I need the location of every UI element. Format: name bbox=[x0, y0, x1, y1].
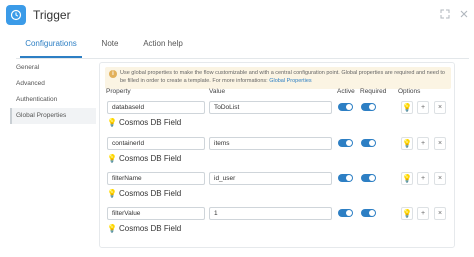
active-toggle[interactable] bbox=[338, 174, 353, 182]
property-row: containerId items 💡 + × 💡 Cosmos DB Field bbox=[100, 137, 456, 170]
sidebar-item-authentication[interactable]: Authentication bbox=[10, 92, 96, 108]
value-input[interactable]: id_user bbox=[209, 172, 332, 185]
dialog-header: Trigger bbox=[0, 0, 474, 30]
tab-note[interactable]: Note bbox=[98, 36, 122, 58]
required-toggle[interactable] bbox=[361, 209, 376, 217]
field-label: 💡 Cosmos DB Field bbox=[107, 154, 182, 163]
required-toggle[interactable] bbox=[361, 174, 376, 182]
property-row: filterValue 1 💡 + × 💡 Cosmos DB Field bbox=[100, 207, 456, 240]
tab-bar: Configurations Note Action help bbox=[0, 36, 474, 58]
add-button[interactable]: + bbox=[417, 101, 429, 114]
add-button[interactable]: + bbox=[417, 137, 429, 150]
remove-button[interactable]: × bbox=[434, 207, 446, 220]
column-header-options: Options bbox=[398, 88, 421, 95]
sidebar-item-advanced[interactable]: Advanced bbox=[10, 76, 96, 92]
property-row: databaseId ToDoList 💡 + × 💡 Cosmos DB Fie… bbox=[100, 101, 456, 134]
active-toggle[interactable] bbox=[338, 209, 353, 217]
bulb-icon: 💡 bbox=[402, 139, 412, 148]
column-header-value: Value bbox=[209, 88, 226, 95]
field-label: 💡 Cosmos DB Field bbox=[107, 224, 182, 233]
global-properties-link[interactable]: Global Properties bbox=[269, 78, 312, 84]
property-input[interactable]: filterValue bbox=[107, 207, 205, 220]
tab-action-help[interactable]: Action help bbox=[140, 36, 186, 58]
bulb-button[interactable]: 💡 bbox=[401, 207, 413, 220]
bulb-icon: 💡 bbox=[402, 174, 412, 183]
info-banner: i Use global properties to make the flow… bbox=[105, 67, 451, 89]
bulb-icon: 💡 bbox=[402, 103, 412, 112]
field-label: 💡 Cosmos DB Field bbox=[107, 118, 182, 127]
sidebar-item-global-properties[interactable]: Global Properties bbox=[10, 108, 96, 124]
bulb-icon: 💡 bbox=[107, 154, 117, 163]
property-input[interactable]: containerId bbox=[107, 137, 205, 150]
required-toggle[interactable] bbox=[361, 139, 376, 147]
value-input[interactable]: ToDoList bbox=[209, 101, 332, 114]
value-input[interactable]: 1 bbox=[209, 207, 332, 220]
bulb-icon: 💡 bbox=[107, 118, 117, 127]
property-input[interactable]: filterName bbox=[107, 172, 205, 185]
column-header-property: Property bbox=[106, 88, 131, 95]
info-icon: i bbox=[109, 70, 117, 78]
bulb-icon: 💡 bbox=[402, 209, 412, 218]
bulb-button[interactable]: 💡 bbox=[401, 137, 413, 150]
close-icon[interactable] bbox=[459, 9, 469, 19]
bulb-button[interactable]: 💡 bbox=[401, 101, 413, 114]
property-row: filterName id_user 💡 + × 💡 Cosmos DB Fiel… bbox=[100, 172, 456, 205]
expand-icon[interactable] bbox=[440, 9, 450, 19]
value-input[interactable]: items bbox=[209, 137, 332, 150]
tab-divider bbox=[16, 58, 469, 59]
active-toggle[interactable] bbox=[338, 139, 353, 147]
add-button[interactable]: + bbox=[417, 172, 429, 185]
remove-button[interactable]: × bbox=[434, 101, 446, 114]
remove-button[interactable]: × bbox=[434, 172, 446, 185]
required-toggle[interactable] bbox=[361, 103, 376, 111]
clock-icon bbox=[6, 5, 26, 25]
add-button[interactable]: + bbox=[417, 207, 429, 220]
bulb-icon: 💡 bbox=[107, 189, 117, 198]
field-label: 💡 Cosmos DB Field bbox=[107, 189, 182, 198]
property-input[interactable]: databaseId bbox=[107, 101, 205, 114]
info-text: Use global properties to make the flow c… bbox=[120, 70, 445, 84]
bulb-icon: 💡 bbox=[107, 224, 117, 233]
bulb-button[interactable]: 💡 bbox=[401, 172, 413, 185]
sidebar-item-general[interactable]: General bbox=[10, 60, 96, 76]
remove-button[interactable]: × bbox=[434, 137, 446, 150]
tab-configurations[interactable]: Configurations bbox=[20, 36, 82, 58]
global-properties-panel: i Use global properties to make the flow… bbox=[99, 62, 455, 248]
column-header-active: Active bbox=[337, 88, 355, 95]
active-toggle[interactable] bbox=[338, 103, 353, 111]
sidebar: General Advanced Authentication Global P… bbox=[10, 60, 96, 124]
column-header-required: Required bbox=[360, 88, 387, 95]
dialog-title: Trigger bbox=[33, 8, 71, 22]
